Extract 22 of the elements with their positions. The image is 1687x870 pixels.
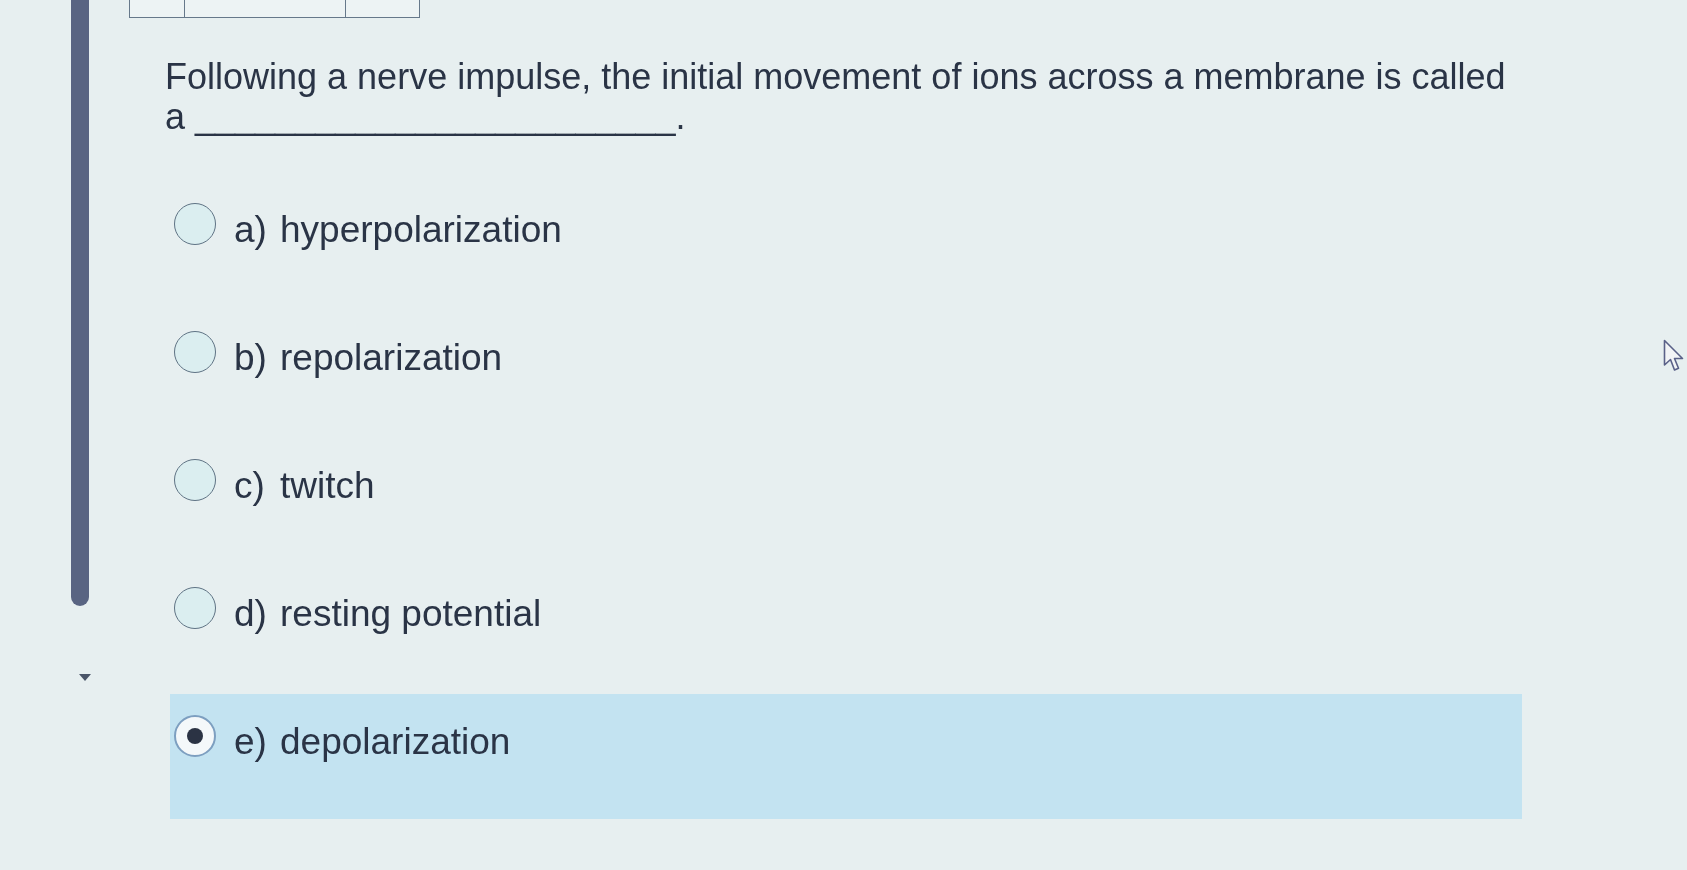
option-label: depolarization xyxy=(280,720,511,764)
radio-button[interactable] xyxy=(174,203,216,245)
option-letter: e) xyxy=(234,720,268,764)
radio-button[interactable] xyxy=(174,715,216,757)
option-letter: c) xyxy=(234,464,266,508)
radio-button[interactable] xyxy=(174,459,216,501)
option-letter: a) xyxy=(234,208,268,252)
mouse-pointer-icon xyxy=(1663,339,1684,372)
radio-button[interactable] xyxy=(174,587,216,629)
toolbar-button[interactable] xyxy=(129,0,185,18)
question-text: Following a nerve impulse, the initial movement of ions across a membrane is called a ________________________. xyxy=(165,57,1507,137)
option-label: resting potential xyxy=(280,592,542,636)
down-triangle-icon[interactable] xyxy=(79,674,91,681)
scrollbar-thumb[interactable] xyxy=(71,0,89,606)
toolbar-button[interactable] xyxy=(346,0,420,18)
option-label: repolarization xyxy=(280,336,503,380)
toolbar-button[interactable] xyxy=(185,0,346,18)
option-label: twitch xyxy=(280,464,375,508)
radio-button[interactable] xyxy=(174,331,216,373)
option-letter: b) xyxy=(234,336,268,380)
option-letter: d) xyxy=(234,592,268,636)
option-label: hyperpolarization xyxy=(280,208,562,252)
